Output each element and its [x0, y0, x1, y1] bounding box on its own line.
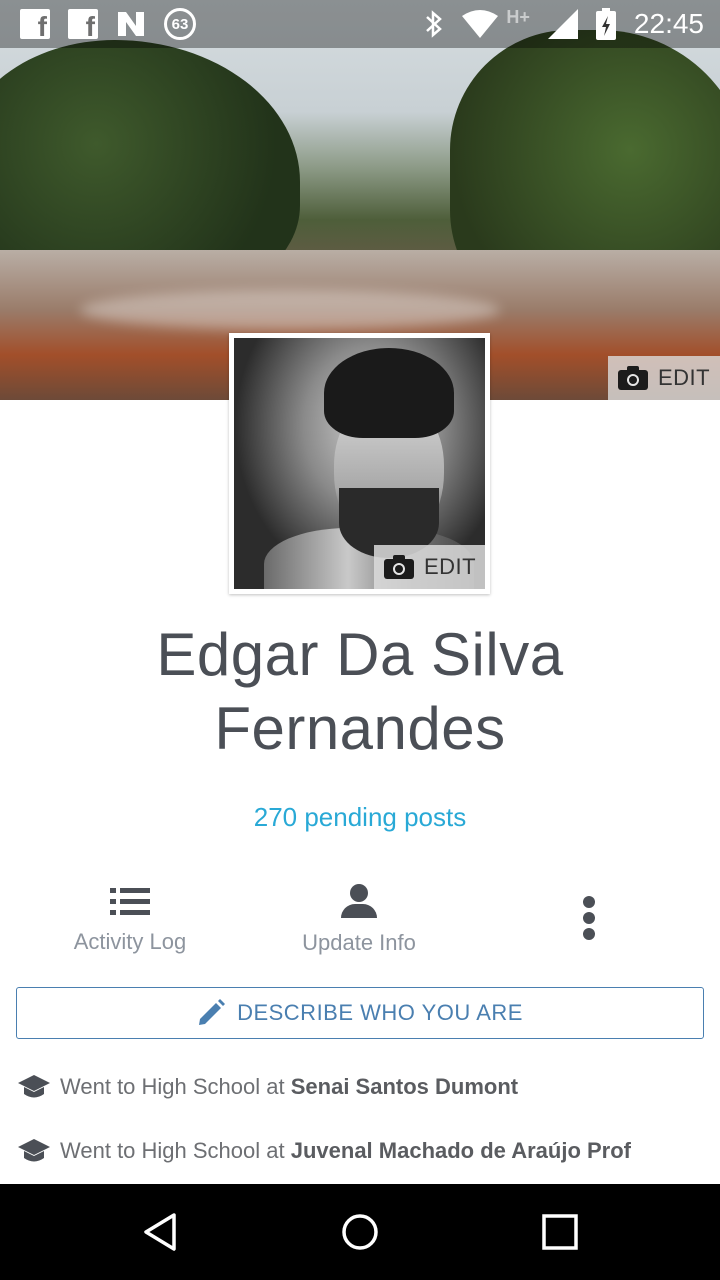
network-type-label: H+: [506, 6, 530, 27]
avatar: EDIT: [234, 338, 485, 589]
bluetooth-icon: [426, 10, 443, 38]
profile-name-line-1: Edgar Da Silva: [156, 621, 564, 688]
camera-icon: [618, 366, 648, 390]
list-icon: [110, 885, 150, 917]
battery-icon: [595, 8, 616, 40]
status-bar-notifications: 63: [20, 8, 196, 43]
graduation-cap-icon: [18, 1075, 50, 1098]
navigation-bar: [0, 1184, 720, 1280]
pencil-icon: [199, 999, 226, 1025]
facebook-icon: [68, 9, 98, 43]
update-info-button[interactable]: Update Info: [239, 876, 479, 966]
education-item[interactable]: Went to High School at Senai Santos Dumo…: [18, 1067, 708, 1107]
cover-edit-label: EDIT: [658, 365, 711, 390]
profile-picture[interactable]: EDIT: [229, 333, 490, 594]
profile-actions: Activity Log Update Info: [0, 876, 720, 966]
pending-posts-link[interactable]: 270 pending posts: [0, 802, 720, 833]
back-icon[interactable]: [140, 1212, 180, 1252]
profile-name: Edgar Da Silva Fernandes: [0, 618, 720, 766]
recent-apps-icon[interactable]: [540, 1212, 580, 1252]
home-icon[interactable]: [340, 1212, 380, 1252]
profile-picture-edit-button[interactable]: EDIT: [374, 545, 485, 589]
wifi-icon: [462, 10, 499, 38]
activity-log-button[interactable]: Activity Log: [10, 876, 250, 966]
profile-name-line-2: Fernandes: [214, 695, 506, 762]
describe-label: DESCRIBE WHO YOU ARE: [237, 1000, 523, 1025]
cover-water-sheen: [80, 290, 500, 330]
education-text: Went to High School at Juvenal Machado d…: [60, 1138, 631, 1163]
status-bar: 63 H+ 22:45: [0, 0, 720, 48]
activity-log-label: Activity Log: [73, 929, 187, 954]
signal-icon: [547, 9, 578, 39]
badge-icon: 63: [164, 8, 196, 40]
camera-icon: [384, 555, 414, 579]
cover-edit-button[interactable]: EDIT: [608, 356, 720, 400]
update-info-label: Update Info: [302, 930, 416, 955]
status-bar-system: H+ 22:45: [424, 6, 704, 40]
more-options-button[interactable]: [469, 876, 709, 966]
education-item[interactable]: Went to High School at Juvenal Machado d…: [18, 1131, 708, 1171]
status-time: 22:45: [633, 8, 704, 39]
avatar-hair: [324, 348, 454, 438]
describe-who-you-are-button[interactable]: DESCRIBE WHO YOU ARE: [16, 987, 704, 1039]
facebook-icon: [20, 9, 50, 43]
n-app-icon: [118, 12, 144, 36]
more-vertical-icon: [583, 896, 595, 940]
person-icon: [341, 884, 377, 918]
profile-picture-edit-label: EDIT: [424, 554, 477, 579]
graduation-cap-icon: [18, 1139, 50, 1162]
education-text: Went to High School at Senai Santos Dumo…: [60, 1074, 519, 1099]
